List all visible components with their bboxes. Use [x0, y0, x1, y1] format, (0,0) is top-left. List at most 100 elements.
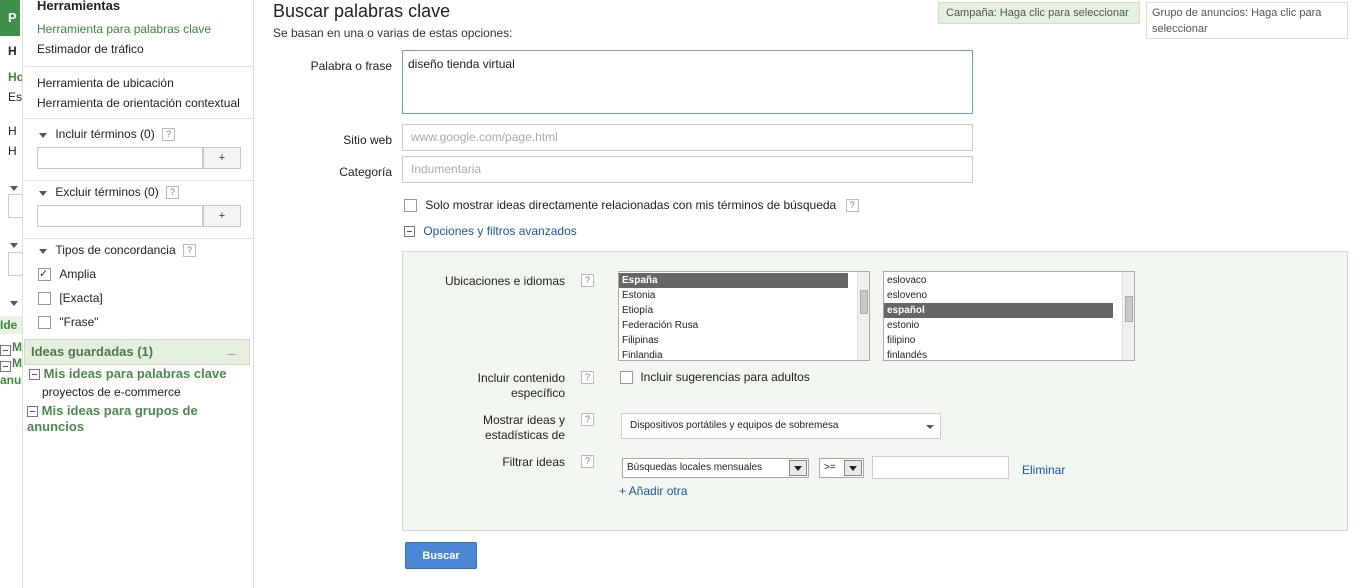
help-icon[interactable]: ?: [182, 244, 196, 258]
location-option[interactable]: Estonia: [619, 288, 869, 303]
only-related-checkbox[interactable]: [404, 199, 417, 213]
divider: [23, 238, 253, 239]
only-related-label: Solo mostrar ideas directamente relacion…: [425, 198, 837, 212]
location-option[interactable]: Federación Rusa: [619, 318, 869, 333]
collapse-icon[interactable]: [404, 226, 415, 238]
app-logo[interactable]: P: [0, 0, 20, 36]
filter-operator-value: >=: [824, 462, 836, 473]
nav-item[interactable]: H: [8, 144, 17, 158]
help-icon[interactable]: ?: [166, 186, 180, 200]
saved-keyword-ideas-group[interactable]: Mis ideas para palabras clave: [29, 366, 226, 381]
sidebar-item-placement-tool[interactable]: Herramienta de ubicación: [37, 76, 174, 90]
include-terms-add-button[interactable]: +: [203, 147, 241, 169]
language-option[interactable]: finlandés: [884, 348, 1134, 360]
scrollbar-thumb[interactable]: [860, 290, 868, 314]
language-option[interactable]: filipino: [884, 333, 1134, 348]
language-option[interactable]: eslovaco: [884, 273, 1134, 288]
category-input[interactable]: Indumentaria: [402, 156, 973, 183]
match-type-exact[interactable]: [Exacta]: [38, 291, 103, 306]
search-button[interactable]: Buscar: [405, 542, 477, 569]
expand-triangle-icon[interactable]: [10, 295, 18, 309]
help-icon[interactable]: ?: [581, 455, 594, 468]
exclude-terms-input[interactable]: [37, 205, 203, 227]
nav-item[interactable]: Es: [8, 90, 22, 104]
saved-ideas-header[interactable]: Ideas guardadas (1) _: [24, 339, 250, 365]
minus-icon[interactable]: [0, 359, 11, 373]
website-input[interactable]: www.google.com/page.html: [402, 124, 973, 151]
checkbox-broad[interactable]: [38, 267, 51, 282]
partial-input[interactable]: [8, 194, 22, 218]
adult-suggestions-checkbox[interactable]: [620, 371, 633, 385]
help-icon[interactable]: ?: [581, 274, 594, 287]
dropdown-arrow-icon[interactable]: [789, 460, 807, 476]
sidebar-item-contextual-tool[interactable]: Herramienta de orientación contextual: [37, 96, 240, 110]
remove-filter-link[interactable]: Eliminar: [1022, 463, 1065, 477]
word-phrase-input[interactable]: diseño tienda virtual: [402, 50, 973, 114]
filter-value-input[interactable]: [872, 456, 1009, 479]
nav-item[interactable]: H: [8, 124, 17, 138]
language-option[interactable]: estonio: [884, 318, 1134, 333]
expand-triangle-icon[interactable]: [10, 237, 18, 251]
include-terms-header[interactable]: Incluir términos (0) ?: [39, 127, 176, 142]
match-types-header[interactable]: Tipos de concordancia ?: [39, 243, 196, 258]
nav-item[interactable]: M: [12, 340, 22, 354]
nav-item[interactable]: M: [12, 356, 22, 370]
help-icon[interactable]: ?: [581, 371, 594, 384]
nav-item[interactable]: Hc: [8, 70, 22, 84]
help-icon[interactable]: ?: [581, 413, 594, 426]
advanced-options-toggle[interactable]: Opciones y filtros avanzados: [404, 224, 577, 238]
location-option[interactable]: España: [619, 273, 848, 288]
scrollbar[interactable]: [857, 272, 869, 360]
match-type-label: Amplia: [59, 267, 97, 281]
devices-dropdown[interactable]: Dispositivos portátiles y equipos de sob…: [621, 413, 941, 439]
minus-icon[interactable]: [0, 343, 11, 357]
collapse-triangle-icon[interactable]: [39, 133, 47, 138]
advanced-options-link[interactable]: Opciones y filtros avanzados: [423, 224, 576, 238]
exclude-terms-add-button[interactable]: +: [203, 205, 241, 227]
include-terms-label: Incluir términos (0): [55, 127, 155, 141]
dropdown-arrow-icon[interactable]: [844, 460, 862, 476]
scrollbar-thumb[interactable]: [1125, 296, 1133, 322]
sidebar-item-keyword-tool[interactable]: Herramienta para palabras clave: [37, 22, 211, 36]
include-terms-input[interactable]: [37, 147, 203, 169]
match-type-broad[interactable]: Amplia: [38, 267, 97, 282]
language-option[interactable]: esloveno: [884, 288, 1134, 303]
nav-item[interactable]: anu: [0, 373, 21, 387]
adgroup-selector[interactable]: Grupo de anuncios: Haga clic para selecc…: [1146, 2, 1348, 39]
campaign-selector[interactable]: Campaña: Haga clic para seleccionar: [938, 2, 1140, 24]
exclude-terms-header[interactable]: Excluir términos (0) ?: [39, 185, 180, 200]
specific-content-label: Incluir contenido específico: [402, 371, 565, 401]
collapse-icon[interactable]: _: [228, 341, 235, 356]
languages-listbox[interactable]: eslovaco esloveno español estonio filipi…: [883, 271, 1135, 361]
locations-listbox[interactable]: España Estonia Etiopía Federación Rusa F…: [618, 271, 870, 361]
checkbox-phrase[interactable]: [38, 316, 51, 330]
only-related-option[interactable]: Solo mostrar ideas directamente relacion…: [404, 198, 859, 213]
saved-adgroup-ideas-group[interactable]: Mis ideas para grupos de anuncios: [27, 403, 227, 435]
filter-metric-value: Búsquedas locales mensuales: [627, 462, 763, 473]
help-icon[interactable]: ?: [162, 128, 176, 142]
saved-adgroup-ideas-label: Mis ideas para grupos de anuncios: [27, 403, 198, 434]
minus-icon[interactable]: [29, 369, 40, 381]
checkbox-exact[interactable]: [38, 292, 51, 306]
filter-operator-select[interactable]: >=: [819, 458, 864, 478]
add-filter-link[interactable]: + Añadir otra: [619, 484, 687, 498]
language-option[interactable]: español: [884, 303, 1113, 318]
nav-item[interactable]: Ide: [0, 318, 17, 332]
partial-input[interactable]: [8, 252, 22, 276]
expand-triangle-icon[interactable]: [10, 180, 18, 194]
location-option[interactable]: Etiopía: [619, 303, 869, 318]
nav-item[interactable]: H: [8, 44, 17, 58]
filter-metric-select[interactable]: Búsquedas locales mensuales: [622, 458, 809, 478]
collapse-triangle-icon[interactable]: [39, 191, 47, 196]
saved-keyword-idea-item[interactable]: proyectos de e-commerce: [42, 385, 181, 399]
match-type-phrase[interactable]: "Frase": [38, 315, 99, 330]
collapse-triangle-icon[interactable]: [39, 249, 47, 254]
sidebar-item-traffic-estimator[interactable]: Estimador de tráfico: [37, 42, 144, 56]
location-option[interactable]: Filipinas: [619, 333, 869, 348]
word-phrase-label: Palabra o frase: [310, 59, 392, 73]
help-icon[interactable]: ?: [845, 199, 859, 213]
adult-suggestions-option[interactable]: Incluir sugerencias para adultos: [620, 370, 810, 385]
location-option[interactable]: Finlandia: [619, 348, 869, 360]
scrollbar[interactable]: [1122, 272, 1134, 360]
minus-icon[interactable]: [27, 406, 38, 418]
